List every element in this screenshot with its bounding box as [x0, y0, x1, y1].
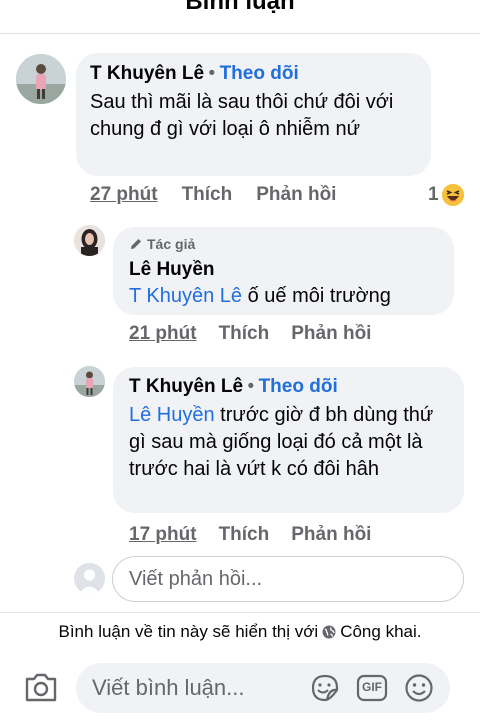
- notice-audience[interactable]: Công khai.: [340, 622, 421, 642]
- mention-link[interactable]: Lê Huyền: [129, 404, 215, 426]
- comment-input-placeholder: Viết bình luận...: [92, 675, 245, 700]
- reply-author[interactable]: Lê Huyền: [129, 258, 438, 282]
- reply-bubble: T Khuyên Lê • Theo dõi Lê Huyền trước gi…: [113, 367, 464, 513]
- reply-author[interactable]: T Khuyên Lê: [129, 376, 243, 397]
- visibility-notice: Bình luận về tin này sẽ hiển thị với Côn…: [0, 622, 480, 642]
- reply-button[interactable]: Phản hồi: [256, 184, 336, 206]
- comment-input[interactable]: Viết bình luận...: [76, 663, 450, 713]
- reply-input[interactable]: Viết phản hồi...: [112, 556, 464, 602]
- comment-author[interactable]: T Khuyên Lê: [90, 63, 204, 84]
- reply-text: T Khuyên Lê ố uế môi trường: [129, 283, 438, 310]
- camera-icon[interactable]: [24, 671, 58, 703]
- author-badge: Tác giả: [129, 235, 438, 253]
- comment-bubble: T Khuyên Lê • Theo dõi Sau thì mãi là sa…: [76, 53, 431, 176]
- avatar[interactable]: [74, 225, 105, 256]
- reply-text-body: ố uế môi trường: [242, 285, 391, 307]
- globe-icon: [322, 625, 336, 639]
- reply-actions: 21 phút Thích Phản hồi: [129, 323, 371, 345]
- reply-time[interactable]: 21 phút: [129, 323, 197, 345]
- comment-time[interactable]: 27 phút: [90, 184, 158, 206]
- separator-dot: •: [247, 376, 255, 397]
- follow-link[interactable]: Theo dõi: [220, 63, 299, 84]
- reply-input-placeholder: Viết phản hồi...: [129, 567, 263, 590]
- pencil-icon: [131, 239, 141, 249]
- like-button[interactable]: Thích: [182, 184, 233, 206]
- notice-text: Bình luận về tin này sẽ hiển thị với: [58, 622, 319, 641]
- like-button[interactable]: Thích: [219, 524, 270, 546]
- like-button[interactable]: Thích: [219, 323, 270, 345]
- emoji-icon[interactable]: [403, 673, 435, 703]
- reaction-count: 1: [428, 184, 439, 205]
- sticker-icon[interactable]: [309, 673, 341, 703]
- haha-icon: [441, 184, 464, 206]
- reply-text: Lê Huyền trước giờ đ bh dùng thứ gì sau …: [129, 402, 448, 483]
- comment-text: Sau thì mãi là sau thôi chứ đôi với chun…: [90, 91, 394, 140]
- comment-composer: Viết bình luận... GIF: [0, 655, 480, 721]
- reply-actions: 17 phút Thích Phản hồi: [129, 524, 371, 546]
- separator-dot: •: [208, 63, 216, 84]
- page-title: Bình luận: [185, 0, 295, 15]
- badge-label: Tác giả: [147, 236, 196, 252]
- header: Bình luận: [0, 0, 480, 34]
- comment-actions: 27 phút Thích Phản hồi: [90, 184, 336, 206]
- avatar[interactable]: [16, 54, 66, 104]
- reaction-summary[interactable]: 1: [428, 184, 464, 206]
- avatar[interactable]: [74, 366, 105, 397]
- reply-time[interactable]: 17 phút: [129, 524, 197, 546]
- reply-bubble: Tác giả Lê Huyền T Khuyên Lê ố uế môi tr…: [113, 227, 454, 315]
- mention-link[interactable]: T Khuyên Lê: [129, 285, 242, 307]
- avatar: [74, 563, 105, 594]
- gif-icon[interactable]: GIF: [356, 673, 388, 703]
- follow-link[interactable]: Theo dõi: [259, 376, 338, 397]
- reply-button[interactable]: Phản hồi: [291, 323, 371, 345]
- reply-button[interactable]: Phản hồi: [291, 524, 371, 546]
- divider: [0, 612, 480, 613]
- gif-label: GIF: [362, 680, 382, 694]
